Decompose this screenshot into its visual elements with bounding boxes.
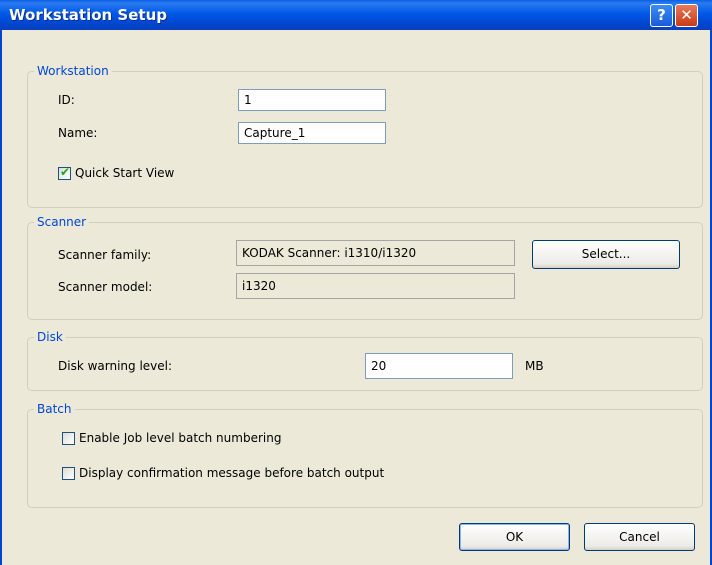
job-numbering-checkbox[interactable]	[62, 432, 75, 445]
window-title: Workstation Setup	[9, 6, 167, 24]
id-label: ID:	[58, 93, 75, 107]
name-label: Name:	[58, 126, 98, 140]
id-field[interactable]: 1	[238, 89, 386, 111]
batch-group: Batch	[27, 402, 703, 508]
confirm-message-checkbox[interactable]	[62, 467, 75, 480]
name-field[interactable]: Capture_1	[238, 122, 386, 144]
checkmark-icon: ✔	[60, 165, 71, 179]
cancel-button[interactable]: Cancel	[584, 523, 695, 551]
disk-legend: Disk	[34, 330, 66, 344]
confirm-message-label[interactable]: Display confirmation message before batc…	[79, 466, 384, 480]
scanner-family-field: KODAK Scanner: i1310/i1320	[236, 240, 515, 266]
close-icon[interactable]: ✕	[675, 4, 698, 27]
disk-unit-label: MB	[525, 359, 544, 373]
disk-warning-field[interactable]: 20	[365, 353, 513, 379]
scanner-family-label: Scanner family:	[58, 248, 152, 262]
scanner-legend: Scanner	[34, 215, 90, 229]
scanner-model-field: i1320	[236, 273, 515, 299]
window-border-left	[0, 30, 2, 565]
ok-button[interactable]: OK	[459, 523, 570, 551]
title-bar[interactable]: Workstation Setup ? ✕	[0, 0, 712, 30]
batch-legend: Batch	[34, 402, 75, 416]
quick-start-label[interactable]: Quick Start View	[75, 166, 174, 180]
help-icon[interactable]: ?	[650, 4, 673, 27]
workstation-legend: Workstation	[34, 64, 112, 78]
job-numbering-label[interactable]: Enable Job level batch numbering	[79, 431, 281, 445]
quick-start-checkbox[interactable]: ✔	[58, 165, 71, 180]
scanner-group: Scanner	[27, 215, 703, 320]
scanner-model-label: Scanner model:	[58, 280, 153, 294]
select-scanner-button[interactable]: Select...	[532, 240, 680, 269]
workstation-setup-dialog: Workstation Setup ? ✕ Workstation ID: 1 …	[0, 0, 712, 565]
disk-warning-label: Disk warning level:	[58, 359, 173, 373]
